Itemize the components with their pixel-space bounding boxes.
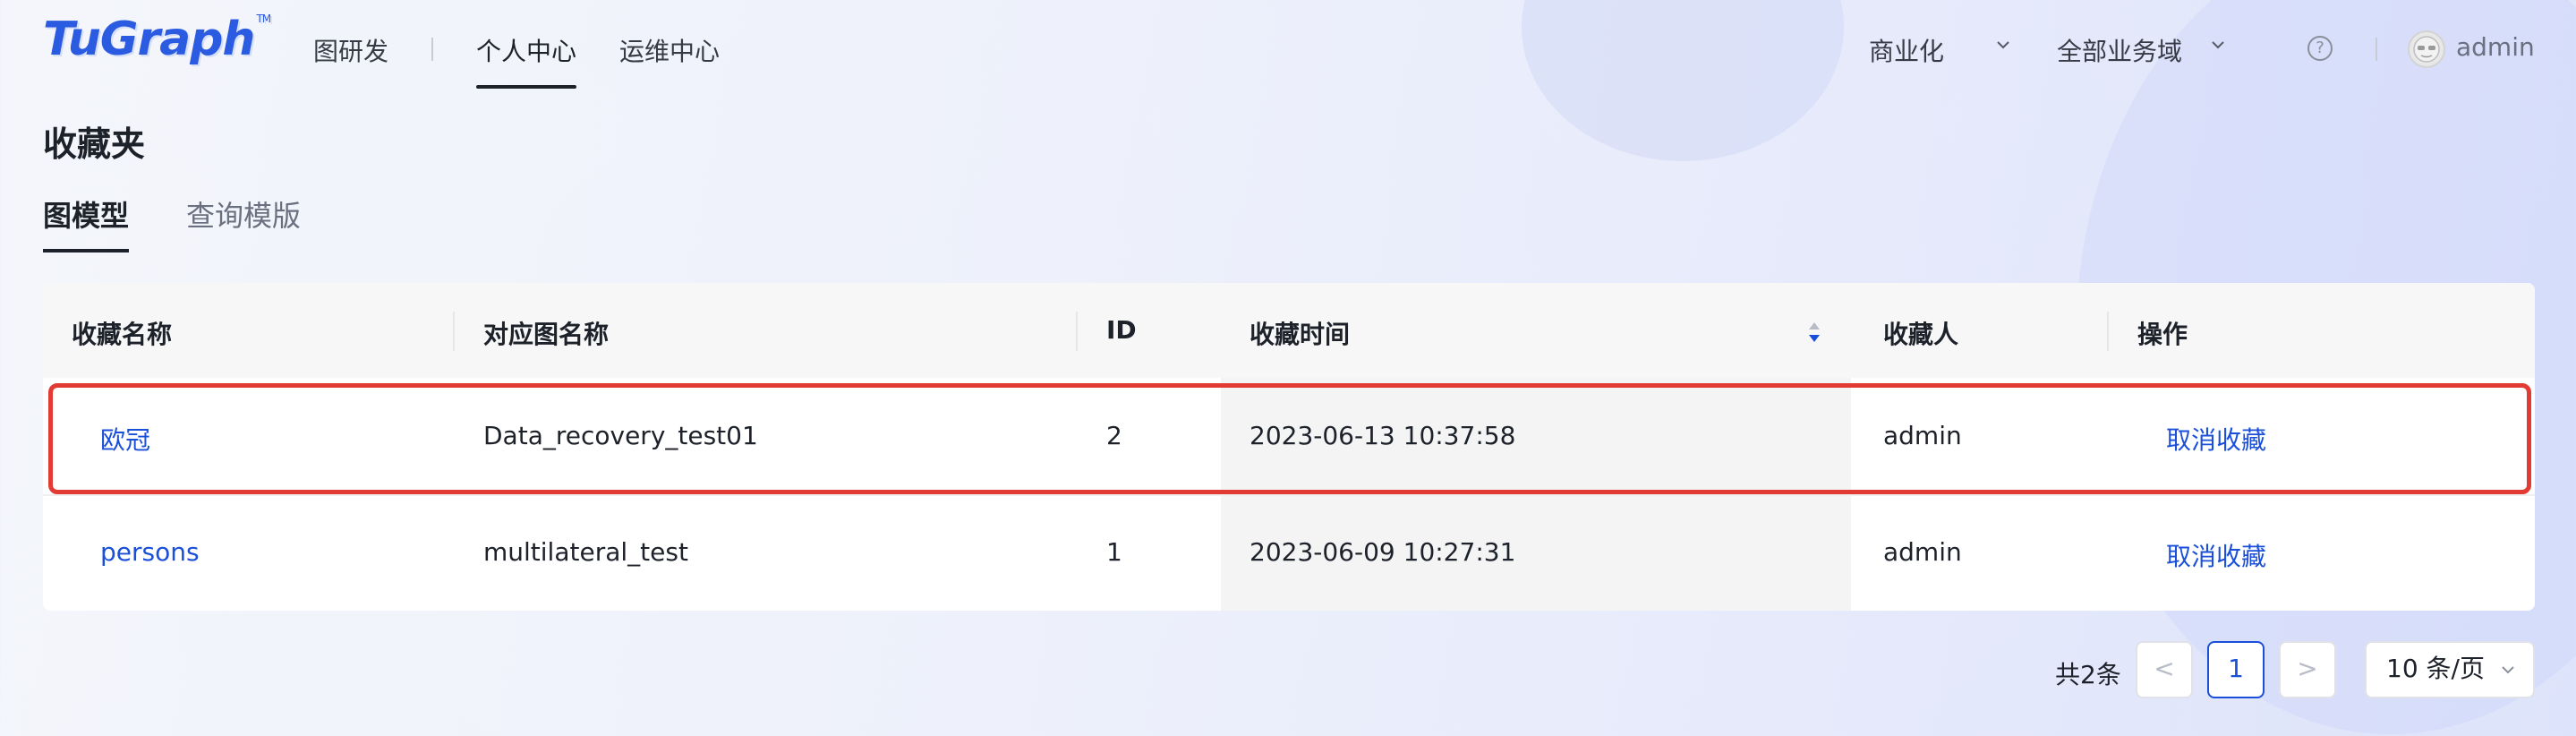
column-divider	[1076, 312, 1078, 351]
column-header-action: 操作	[2137, 320, 2188, 349]
chevron-down-icon[interactable]	[2211, 38, 2225, 52]
column-divider	[2107, 312, 2109, 351]
logo-tm: TM	[256, 13, 271, 25]
nav-active-underline	[476, 85, 576, 89]
page-size-label: 10 条/页	[2386, 654, 2485, 683]
chevron-down-icon	[2502, 666, 2514, 674]
user-name[interactable]: admin	[2456, 32, 2535, 62]
page-size-select[interactable]: 10 条/页	[2365, 641, 2535, 698]
avatar[interactable]	[2408, 30, 2445, 68]
page-title: 收藏夹	[43, 124, 146, 164]
column-divider	[453, 312, 455, 351]
header-divider	[2376, 38, 2377, 61]
chevron-down-icon[interactable]	[1996, 38, 2010, 52]
domain-dropdown[interactable]: 全部业务域	[2057, 32, 2182, 68]
logo-text: TuGraph	[43, 13, 255, 66]
nav-item-personal-center[interactable]: 个人中心	[476, 32, 576, 68]
nav-divider	[431, 38, 433, 61]
favorite-name-link[interactable]: persons	[100, 537, 200, 567]
graph-name: multilateral_test	[483, 537, 688, 567]
table-row: persons multilateral_test 1 2023-06-09 1…	[43, 494, 2535, 611]
nav-item-graph-dev[interactable]: 图研发	[313, 32, 388, 68]
page-1-button[interactable]: 1	[2207, 641, 2265, 698]
favorite-time: 2023-06-09 10:27:31	[1250, 537, 1516, 567]
column-header-name: 收藏名称	[72, 320, 173, 349]
pagination-total: 共2条	[2055, 660, 2121, 689]
row-id: 1	[1106, 537, 1122, 567]
avatar-icon	[2413, 36, 2440, 63]
column-header-time[interactable]: 收藏时间	[1250, 315, 1350, 351]
help-icon[interactable]: ?	[2307, 36, 2333, 61]
tab-graph-model[interactable]: 图模型	[43, 193, 129, 235]
commercial-dropdown[interactable]: 商业化	[1869, 32, 1944, 68]
logo[interactable]: TuGraph TM	[43, 13, 271, 75]
unfavorite-link[interactable]: 取消收藏	[2166, 537, 2266, 573]
top-header: TuGraph TM 图研发 个人中心 运维中心 商业化 全部业务域 ? admi…	[0, 0, 2576, 98]
tab-active-indicator	[43, 249, 129, 252]
column-header-owner: 收藏人	[1883, 320, 1959, 349]
tab-query-template[interactable]: 查询模版	[186, 193, 301, 235]
favorite-owner: admin	[1883, 537, 1962, 567]
prev-page-button[interactable]: <	[2136, 641, 2193, 698]
column-header-graph: 对应图名称	[483, 320, 610, 349]
sort-icon[interactable]	[1806, 319, 1822, 346]
column-divider	[1221, 312, 1223, 351]
nav-item-ops-center[interactable]: 运维中心	[619, 32, 720, 68]
row-highlight-annotation	[48, 383, 2531, 494]
next-page-button[interactable]: >	[2279, 641, 2336, 698]
column-header-id: ID	[1106, 315, 1137, 345]
table-header: 收藏名称 对应图名称 ID 收藏时间 收藏人 操作	[43, 283, 2535, 378]
column-divider	[1851, 312, 1853, 351]
